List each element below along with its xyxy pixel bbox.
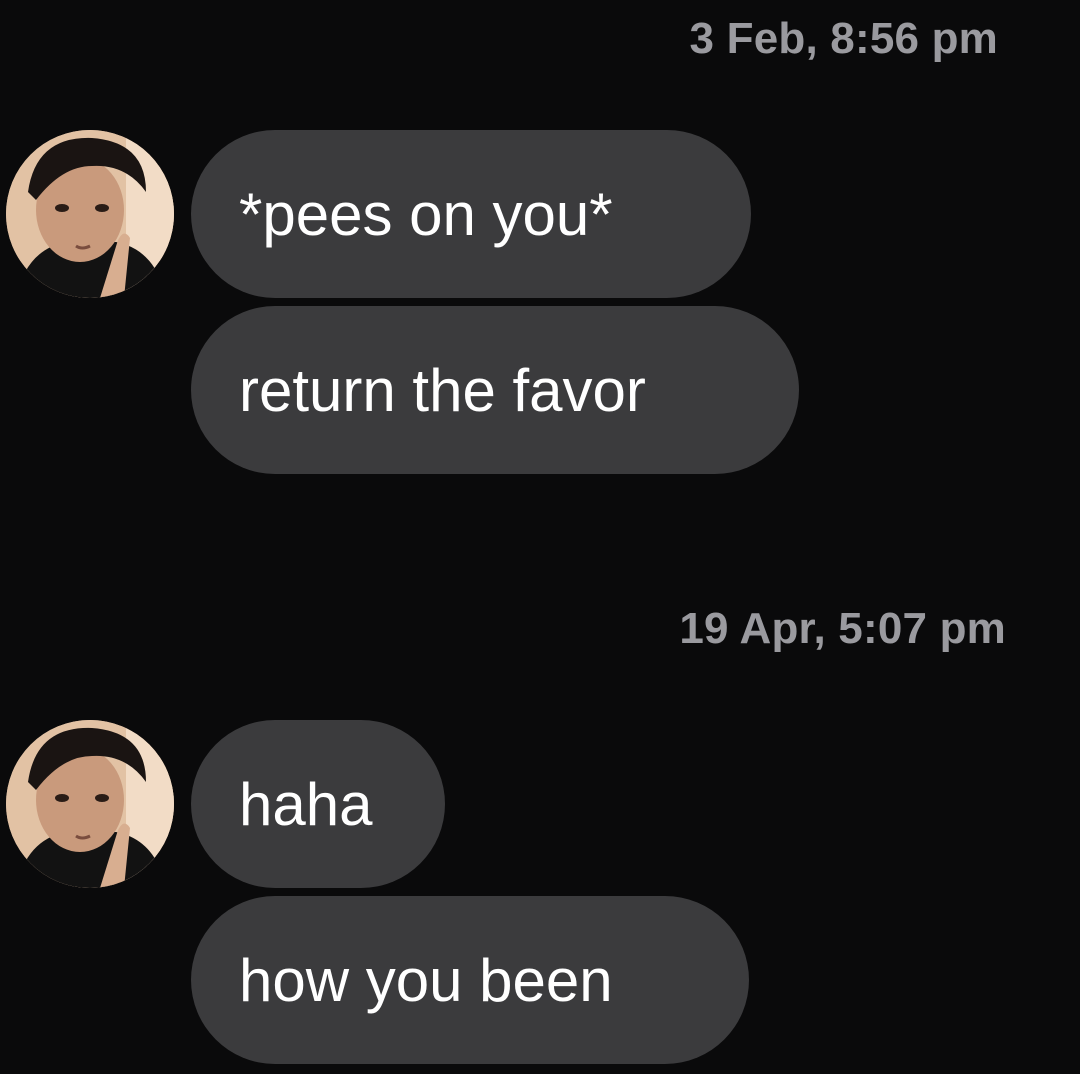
profile-photo-icon	[6, 720, 174, 888]
message-text: haha	[239, 770, 373, 838]
message-text: return the favor	[239, 356, 646, 424]
chat-thread[interactable]: 3 Feb, 8:56 pm *pees on you* return the …	[0, 0, 1080, 1074]
timestamp: 19 Apr, 5:07 pm	[679, 604, 1006, 653]
message-bubble[interactable]: return the favor	[191, 306, 799, 474]
profile-photo-icon	[6, 130, 174, 298]
message-bubble[interactable]: *pees on you*	[191, 130, 751, 298]
timestamp: 3 Feb, 8:56 pm	[689, 14, 998, 63]
avatar[interactable]	[6, 130, 174, 298]
message-text: *pees on you*	[239, 180, 613, 248]
message-text: how you been	[239, 946, 613, 1014]
avatar[interactable]	[6, 720, 174, 888]
message-bubble[interactable]: haha	[191, 720, 445, 888]
message-bubble[interactable]: how you been	[191, 896, 749, 1064]
